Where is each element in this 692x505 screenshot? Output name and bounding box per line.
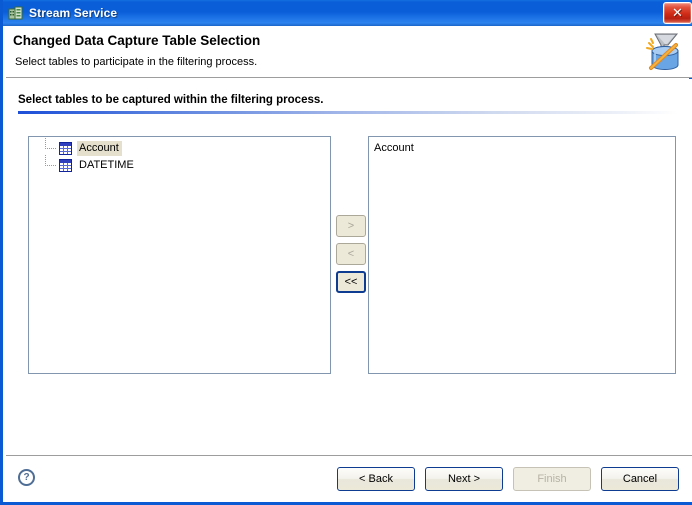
window-title: Stream Service (29, 6, 118, 20)
footer-divider (6, 455, 692, 456)
wizard-body: Select tables to be captured within the … (6, 79, 692, 502)
title-bar: Stream Service ✕ (3, 0, 692, 26)
server-app-icon (8, 5, 24, 21)
table-icon (59, 142, 72, 155)
back-button[interactable]: < Back (337, 467, 415, 491)
tree-connector-icon (45, 138, 59, 157)
dialog-window: Stream Service ✕ Changed Data Capture Ta… (0, 0, 692, 505)
instruction-text: Select tables to be captured within the … (18, 94, 324, 106)
tree-item-account[interactable]: Account (29, 138, 330, 157)
tree-item-datetime[interactable]: DATETIME (29, 155, 330, 174)
close-button[interactable]: ✕ (663, 2, 692, 24)
move-all-left-button[interactable]: << (336, 271, 366, 293)
filter-funnel-database-icon (640, 29, 686, 74)
help-icon[interactable]: ? (18, 469, 35, 486)
available-tables-tree[interactable]: Account DATETIME (28, 136, 331, 374)
list-item[interactable]: Account (369, 140, 675, 156)
cancel-button[interactable]: Cancel (601, 467, 679, 491)
move-left-button[interactable]: < (336, 243, 366, 265)
move-right-button[interactable]: > (336, 215, 366, 237)
table-icon (59, 159, 72, 172)
wizard-header: Changed Data Capture Table Selection Sel… (6, 26, 692, 78)
page-subtitle: Select tables to participate in the filt… (15, 56, 258, 68)
close-icon: ✕ (672, 5, 683, 21)
tree-root: Account DATETIME (29, 137, 330, 174)
page-title: Changed Data Capture Table Selection (13, 33, 261, 48)
transfer-button-group: > < << (336, 215, 366, 293)
tree-item-label: DATETIME (79, 159, 134, 171)
next-button[interactable]: Next > (425, 467, 503, 491)
tree-connector-icon (45, 155, 59, 174)
finish-button[interactable]: Finish (513, 467, 591, 491)
footer-button-row: < Back Next > Finish Cancel (337, 467, 679, 491)
selected-tables-list[interactable]: Account (368, 136, 676, 374)
tree-item-label: Account (77, 141, 122, 156)
selected-list-root: Account (369, 137, 675, 156)
header-divider (18, 111, 678, 114)
